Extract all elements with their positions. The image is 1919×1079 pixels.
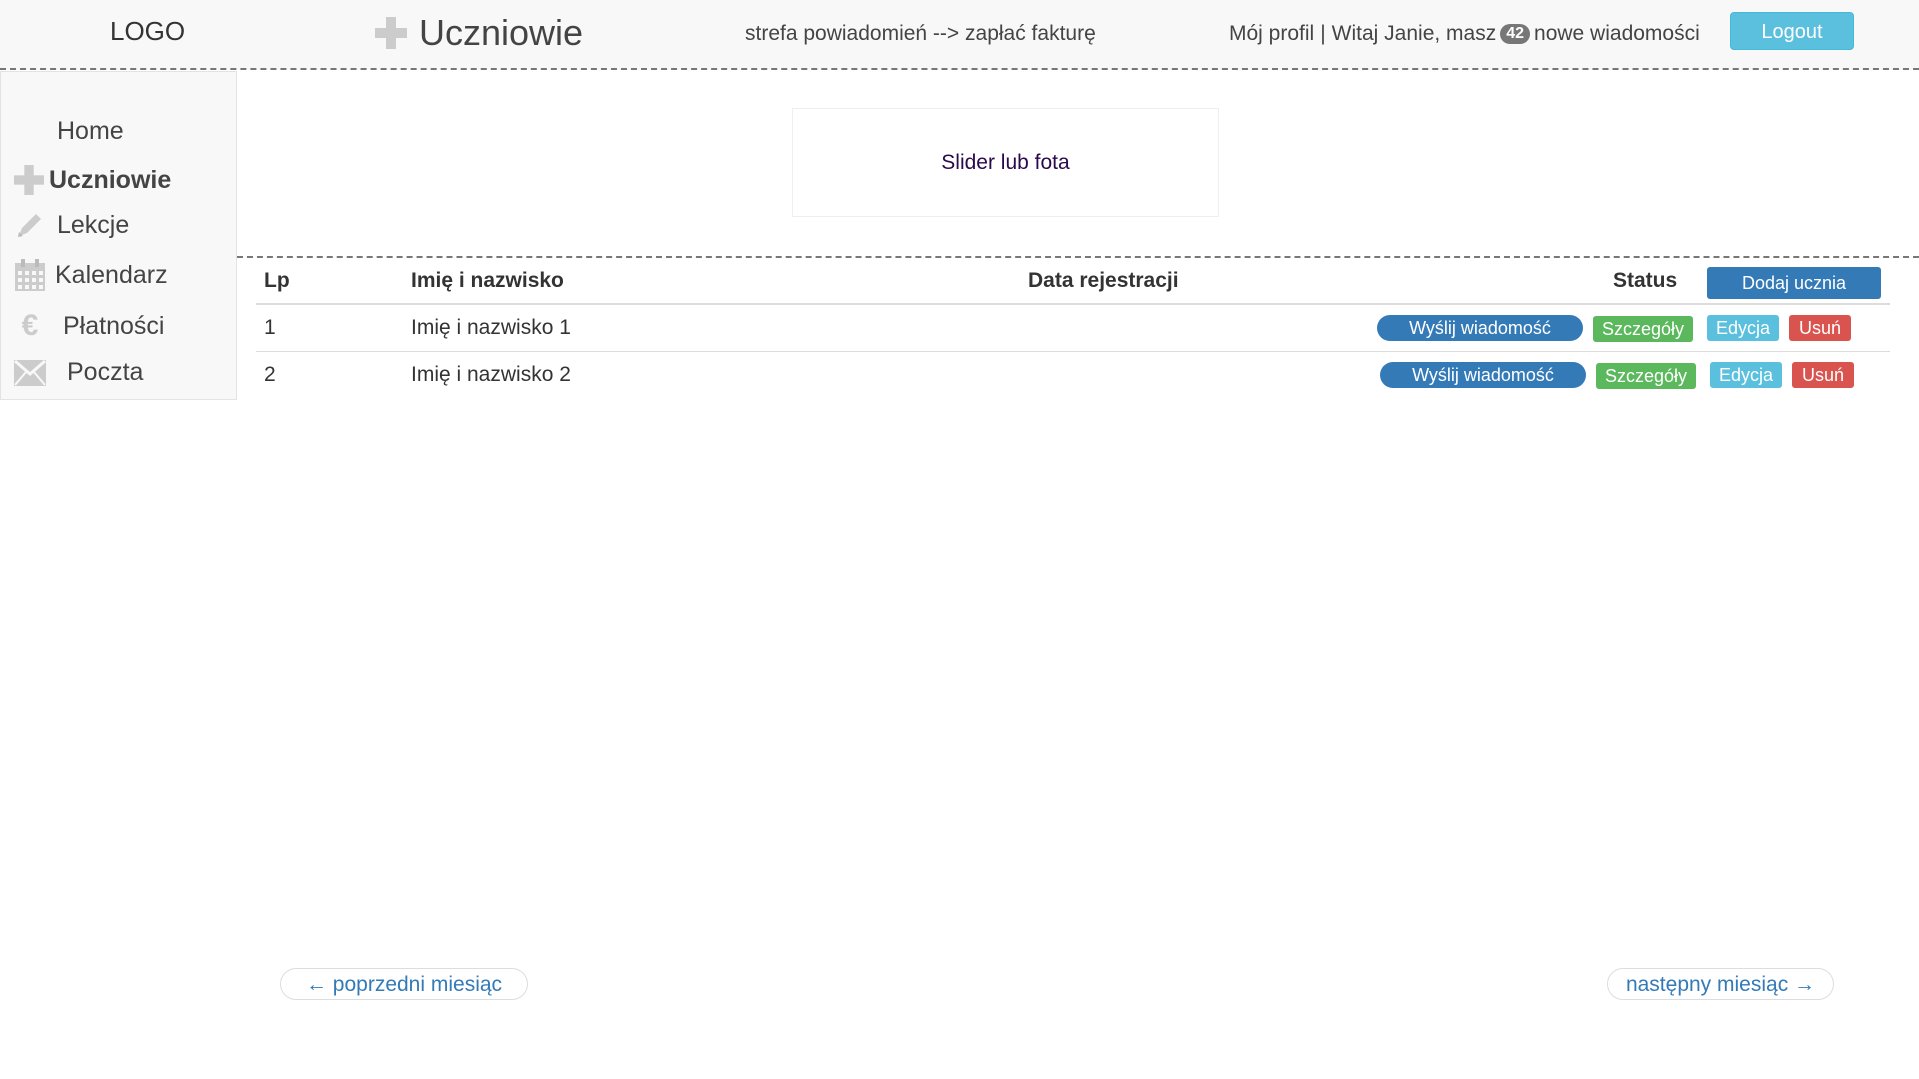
notification-zone[interactable]: strefa powiadomień --> zapłać fakturę — [745, 22, 1096, 46]
send-message-button[interactable]: Wyślij wiadomość — [1380, 362, 1586, 388]
sidebar-item-lekcje[interactable]: Lekcje — [13, 210, 129, 240]
delete-button[interactable]: Usuń — [1789, 315, 1851, 341]
cell-name: Imię i nazwisko 2 — [411, 363, 571, 386]
table-row: 2 Imię i nazwisko 2 Wyślij wiadomość Szc… — [256, 352, 1890, 398]
delete-button[interactable]: Usuń — [1792, 362, 1854, 388]
sidebar-item-label: Home — [57, 117, 124, 145]
euro-icon: € — [21, 309, 39, 342]
section-divider — [237, 256, 1919, 258]
cell-lp: 1 — [264, 316, 276, 339]
sidebar-item-uczniowie[interactable]: Uczniowie — [13, 165, 171, 195]
top-navbar: LOGO Uczniowie strefa powiadomień --> za… — [0, 0, 1919, 70]
pencil-icon — [13, 210, 47, 240]
profile-area: Mój profil | Witaj Janie, masz 42 nowe w… — [1229, 22, 1700, 46]
details-button[interactable]: Szczegóły — [1596, 363, 1696, 389]
cell-name: Imię i nazwisko 1 — [411, 316, 571, 339]
sidebar-item-poczta[interactable]: Poczta — [13, 358, 143, 387]
sidebar-item-label: Poczta — [67, 358, 144, 386]
sidebar-item-home[interactable]: Home — [57, 117, 124, 146]
sidebar-item-label: Kalendarz — [55, 260, 168, 289]
cell-lp: 2 — [264, 363, 276, 386]
header-date: Data rejestracji — [1028, 269, 1179, 292]
sidebar-item-label: Płatności — [63, 311, 165, 340]
logout-button[interactable]: Logout — [1730, 12, 1854, 50]
sidebar-item-platnosci[interactable]: € Płatności — [13, 309, 165, 343]
slider-text: Slider lub fota — [941, 150, 1070, 174]
header-status: Status — [1613, 269, 1678, 292]
plus-icon — [13, 165, 45, 195]
welcome-prefix: Witaj Janie, masz — [1331, 22, 1497, 45]
sidebar-item-kalendarz[interactable]: Kalendarz — [13, 259, 168, 291]
table-row: 1 Imię i nazwisko 1 Wyślij wiadomość Szc… — [256, 305, 1890, 351]
message-count-badge[interactable]: 42 — [1500, 24, 1531, 44]
add-student-button[interactable]: Dodaj ucznia — [1707, 267, 1881, 299]
calendar-icon — [13, 259, 47, 291]
my-profile-link[interactable]: Mój profil — [1229, 22, 1314, 46]
details-button[interactable]: Szczegóły — [1593, 316, 1693, 342]
previous-month-link[interactable]: ← poprzedni miesiąc — [280, 968, 528, 1000]
separator: | — [1320, 22, 1326, 45]
sidebar: Home Uczniowie Lekcje Kalendarz € Płatno… — [0, 71, 237, 400]
edit-button[interactable]: Edycja — [1710, 362, 1782, 388]
page-title-text: Uczniowie — [419, 12, 584, 53]
plus-icon — [375, 17, 407, 49]
next-month-link[interactable]: następny miesiąc → — [1607, 968, 1834, 1000]
edit-button[interactable]: Edycja — [1707, 315, 1779, 341]
sidebar-item-label: Uczniowie — [49, 165, 172, 194]
page-title: Uczniowie — [375, 12, 583, 54]
sidebar-item-label: Lekcje — [57, 210, 130, 239]
header-lp: Lp — [264, 269, 290, 292]
slider-placeholder: Slider lub fota — [792, 108, 1219, 217]
header-name: Imię i nazwisko — [411, 269, 564, 292]
logo[interactable]: LOGO — [110, 16, 185, 47]
envelope-icon — [13, 359, 47, 386]
send-message-button[interactable]: Wyślij wiadomość — [1377, 315, 1583, 341]
welcome-suffix: nowe wiadomości — [1534, 22, 1700, 45]
